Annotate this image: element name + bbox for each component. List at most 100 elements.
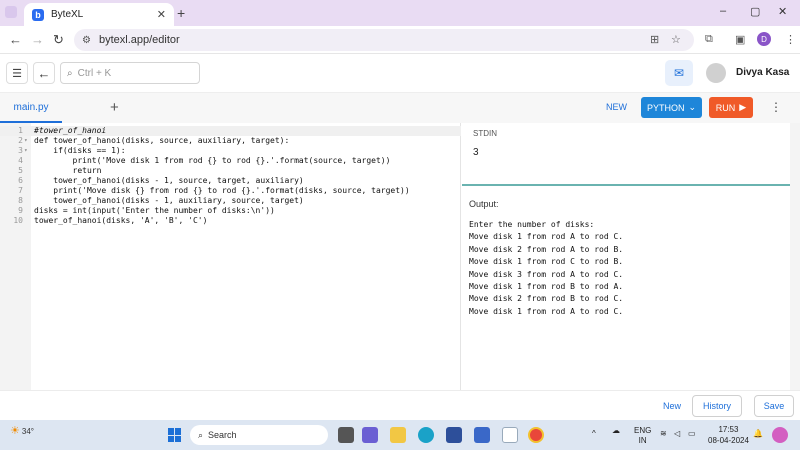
output-line: Move disk 1 from rod C to rod B.: [469, 257, 624, 267]
language-select-button[interactable]: PYTHON ⌄: [641, 97, 702, 118]
store-icon[interactable]: [446, 427, 462, 443]
back-arrow-icon[interactable]: ←: [9, 32, 22, 47]
app-icon[interactable]: [474, 427, 490, 443]
line-number: 10: [13, 216, 23, 225]
code-line[interactable]: 5 return: [0, 166, 461, 176]
code-text: disks = int(input('Enter the number of d…: [34, 206, 275, 215]
new-button[interactable]: NEW: [606, 102, 627, 112]
task-view-icon[interactable]: [338, 427, 354, 443]
browser-menu-icon[interactable]: ⋮: [785, 33, 796, 46]
output-line: Move disk 2 from rod A to rod B.: [469, 244, 624, 254]
add-file-icon[interactable]: +: [110, 99, 119, 116]
app-back-icon[interactable]: ←: [33, 62, 55, 84]
chevron-down-icon: ⌄: [688, 102, 697, 112]
battery-icon[interactable]: ▭: [688, 429, 696, 438]
code-text: tower_of_hanoi(disks - 1, auxiliary, sou…: [34, 196, 304, 205]
forward-arrow-icon[interactable]: →: [31, 32, 44, 47]
stdin-value[interactable]: 3: [473, 147, 479, 158]
maximize-icon[interactable]: ▢: [750, 5, 760, 18]
url-text: bytexl.app/editor: [98, 34, 180, 46]
output-line: Move disk 3 from rod A to rod C.: [469, 269, 624, 279]
profile-avatar-icon[interactable]: D: [757, 32, 771, 46]
region-code: IN: [638, 436, 647, 445]
language-indicator[interactable]: ENG IN: [634, 426, 651, 446]
windows-taskbar: ☀ 34° ⌕ Search ^ ☁ ENG IN ≋ ◁ ▭ 17:53 08-…: [0, 420, 800, 450]
close-window-icon[interactable]: ✕: [778, 5, 787, 18]
copilot-icon[interactable]: [772, 427, 788, 443]
reload-icon[interactable]: ↻: [53, 32, 64, 48]
history-button[interactable]: History: [692, 395, 742, 417]
code-text: #tower_of_hanoi: [34, 126, 107, 135]
translate-icon[interactable]: ⊞: [650, 33, 659, 46]
chat-support-icon[interactable]: ✉: [665, 60, 693, 86]
output-panel: Output: Enter the number of disks: Move d…: [462, 188, 790, 390]
screen: b ByteXL ✕ + – ▢ ✕ ← → ↻ ⚙ bytexl.app/ed…: [0, 0, 800, 450]
wifi-icon[interactable]: ≋: [660, 429, 667, 438]
code-text: tower_of_hanoi(disks, 'A', 'B', 'C'): [34, 216, 208, 225]
output-line: Move disk 1 from rod A to rod C.: [469, 306, 624, 316]
fold-arrow-icon[interactable]: ▾: [24, 146, 28, 156]
search-input[interactable]: ⌕ Ctrl + K: [60, 62, 200, 84]
tray-cloud-icon[interactable]: ☁: [612, 426, 620, 435]
tray-chevron-up-icon[interactable]: ^: [592, 429, 596, 438]
menu-toggle-icon[interactable]: ☰: [6, 62, 28, 84]
minimize-icon[interactable]: –: [720, 5, 726, 17]
stdin-panel[interactable]: STDIN 3: [462, 123, 790, 186]
code-text: return: [34, 166, 102, 175]
code-line[interactable]: 10 tower_of_hanoi(disks, 'A', 'B', 'C'): [0, 216, 461, 226]
line-number: 2: [18, 136, 23, 145]
fold-arrow-icon[interactable]: ▾: [24, 136, 28, 146]
language-label: PYTHON: [646, 102, 685, 113]
taskbar-search-icon: ⌕: [198, 429, 204, 440]
code-line[interactable]: 6 tower_of_hanoi(disks - 1, source, targ…: [0, 176, 461, 186]
line-number: 1: [18, 126, 23, 135]
line-number: 3: [18, 146, 23, 155]
windows-start-icon[interactable]: [168, 428, 182, 442]
app-header: ☰ ← ⌕ Ctrl + K ✉ Divya Kasa: [0, 55, 800, 93]
code-line[interactable]: 3 ▾ if(disks == 1):: [0, 146, 461, 156]
taskbar-search-label: Search: [208, 430, 237, 440]
code-line[interactable]: 4 print('Move disk 1 from rod {} to rod …: [0, 156, 461, 166]
site-info-icon[interactable]: ⚙: [82, 35, 91, 46]
code-line[interactable]: 8 tower_of_hanoi(disks - 1, auxiliary, s…: [0, 196, 461, 206]
output-line: Move disk 2 from rod B to rod C.: [469, 294, 624, 304]
tab-search-icon[interactable]: [5, 6, 17, 18]
play-icon: ▶: [739, 102, 747, 112]
teams-icon[interactable]: [362, 427, 378, 443]
side-panel-icon[interactable]: ▣: [735, 33, 745, 46]
line-number: 9: [18, 206, 23, 215]
extensions-icon[interactable]: ⧉: [705, 33, 713, 46]
code-line[interactable]: 2 ▾ def tower_of_hanoi(disks, source, auxi…: [0, 136, 461, 146]
system-clock[interactable]: 17:53 08-04-2024: [708, 424, 749, 446]
chrome-icon[interactable]: [528, 427, 544, 443]
file-explorer-icon[interactable]: [390, 427, 406, 443]
user-name[interactable]: Divya Kasa: [736, 67, 789, 78]
line-number: 5: [18, 166, 23, 175]
url-bar[interactable]: ⚙ bytexl.app/editor: [74, 29, 694, 51]
close-tab-icon[interactable]: ✕: [157, 8, 166, 21]
code-editor[interactable]: 1 #tower_of_hanoi 2 ▾ def tower_of_hanoi(dis…: [0, 123, 461, 390]
volume-icon[interactable]: ◁: [674, 429, 680, 438]
language-code: ENG: [634, 426, 652, 435]
taskbar-search-input[interactable]: ⌕ Search: [190, 425, 328, 445]
code-line[interactable]: 9 disks = int(input('Enter the number of …: [0, 206, 461, 216]
more-options-icon[interactable]: ⋮: [770, 100, 782, 114]
save-button[interactable]: Save: [754, 395, 794, 417]
code-line[interactable]: 7 print('Move disk {} from rod {} to rod…: [0, 186, 461, 196]
output-line: Enter the number of disks:: [469, 220, 595, 229]
scrollbar[interactable]: [790, 123, 800, 390]
notification-bell-icon[interactable]: 🔔: [753, 429, 763, 438]
app-icon-2[interactable]: [502, 427, 518, 443]
bookmark-star-icon[interactable]: ☆: [671, 33, 681, 46]
browser-tab-bytexl[interactable]: b ByteXL ✕: [24, 3, 174, 26]
file-tab-main-py[interactable]: main.py: [0, 93, 62, 123]
weather-widget[interactable]: ☀ 34°: [10, 424, 34, 437]
search-placeholder: Ctrl + K: [77, 67, 112, 79]
edge-icon[interactable]: [418, 427, 434, 443]
code-line[interactable]: 1 #tower_of_hanoi: [0, 126, 461, 136]
footer-new-button[interactable]: New: [663, 401, 681, 411]
run-button[interactable]: RUN ▶: [709, 97, 753, 118]
editor-toolbar: main.py + NEW PYTHON ⌄ RUN ▶ ⋮: [0, 93, 800, 123]
user-avatar[interactable]: [706, 63, 726, 83]
new-tab-icon[interactable]: +: [177, 5, 185, 21]
